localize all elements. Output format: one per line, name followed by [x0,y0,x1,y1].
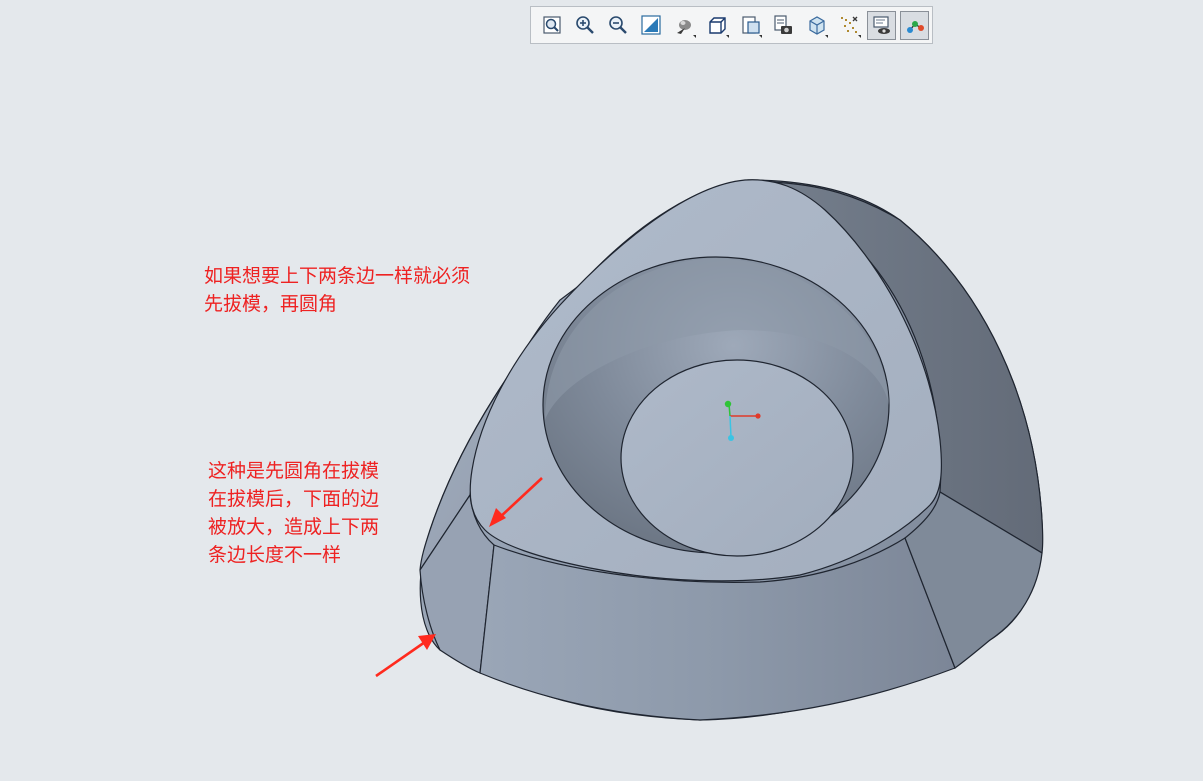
model-bowl-floor[interactable] [620,359,854,557]
3d-model-view[interactable] [0,0,1203,781]
annotation-note-bottom: 这种是先圆角在拔模 在拔模后，下面的边 被放大，造成上下两 条边长度不一样 [208,460,380,566]
arrow-lower [375,634,436,678]
csys-z-dot [728,435,734,441]
graphics-viewport[interactable]: 如果想要上下两条边一样就必须 先拔模，再圆角 这种是先圆角在拔模 在拔模后，下面… [0,0,1203,781]
csys-y-dot [724,400,732,408]
csys-z-axis [729,415,732,438]
csys-x-dot [755,413,761,419]
annotation-note-top: 如果想要上下两条边一样就必须 先拔模，再圆角 [204,265,471,315]
